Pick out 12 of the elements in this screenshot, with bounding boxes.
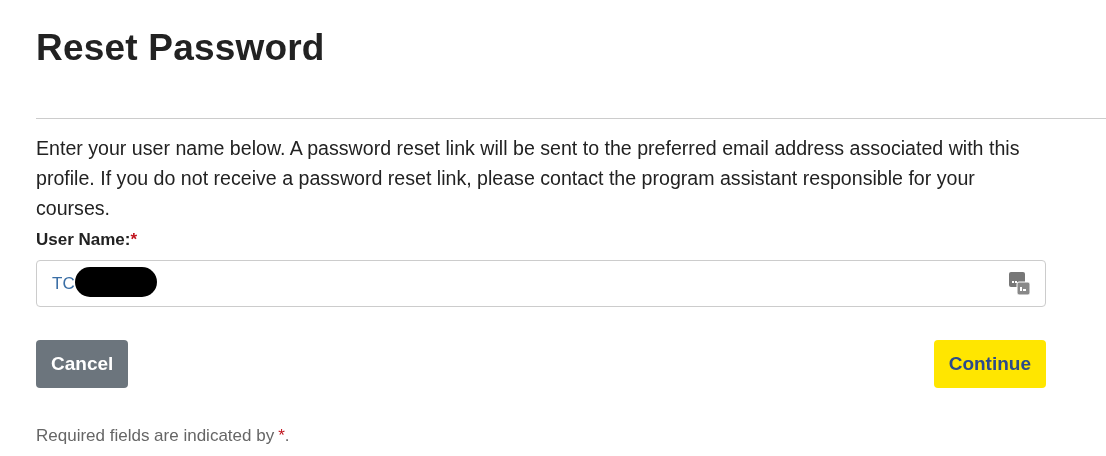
continue-button[interactable]: Continue (933, 340, 1046, 388)
footnote-text: Required fields are indicated by (36, 426, 275, 446)
user-name-value: TC (52, 273, 75, 294)
cancel-button[interactable]: Cancel (36, 340, 129, 388)
required-mark: * (130, 230, 138, 250)
user-name-field[interactable]: TC (36, 260, 1046, 307)
keyboard-icon[interactable] (1009, 271, 1031, 296)
instructions-text: Enter your user name below. A password reset link will be sent to the preferred email address associated with this profile. If you do not receive a password reset link, please contact the program assistant responsible for your courses. (36, 136, 1021, 221)
required-mark: * (278, 426, 285, 446)
period-text: . (284, 426, 290, 446)
field-label: User Name: (36, 230, 131, 250)
page-title: Reset Password (36, 26, 326, 70)
